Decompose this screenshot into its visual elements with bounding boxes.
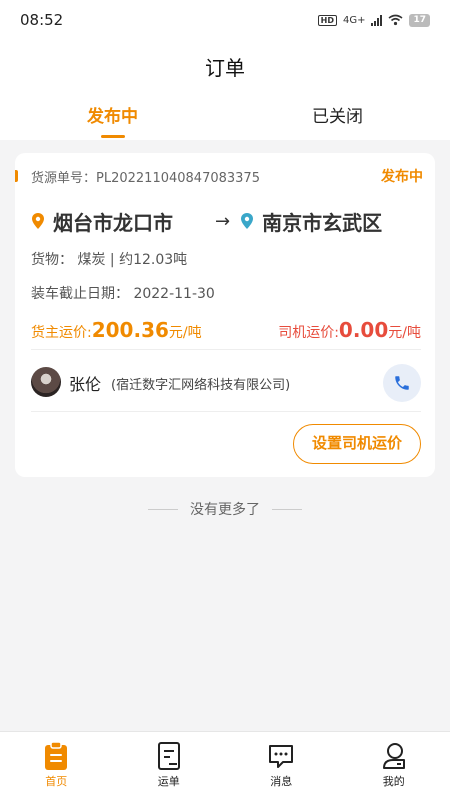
destination-city: 南京市玄武区 bbox=[262, 210, 383, 235]
contact-row: 张伦 (宿迁数字汇网络科技有限公司) bbox=[31, 362, 421, 402]
driver-price: 司机运价:0.00元/吨 bbox=[278, 318, 421, 342]
order-card[interactable]: 货源单号：PL202211040847083375 发布中 烟台市龙口市 → 南… bbox=[15, 153, 435, 477]
profile-icon bbox=[382, 743, 405, 769]
hd-icon: HD bbox=[317, 14, 337, 26]
document-icon bbox=[157, 742, 180, 770]
nav-messages[interactable]: 消息 bbox=[225, 732, 338, 800]
wifi-icon bbox=[388, 14, 403, 26]
status-time: 08:52 bbox=[20, 11, 64, 29]
call-button[interactable] bbox=[383, 364, 421, 402]
no-more-text: 没有更多了 bbox=[190, 502, 260, 518]
tab-bar: 发布中 已关闭 bbox=[0, 102, 450, 140]
phone-icon bbox=[395, 376, 409, 390]
tab-closed[interactable]: 已关闭 bbox=[225, 102, 450, 140]
set-driver-price-button[interactable]: 设置司机运价 bbox=[293, 424, 421, 464]
header: 订单 发布中 已关闭 bbox=[0, 40, 450, 140]
divider-line bbox=[272, 508, 302, 510]
price-row: 货主运价:200.36元/吨 司机运价:0.00元/吨 bbox=[31, 316, 421, 342]
arrow-right-icon: → bbox=[215, 210, 231, 232]
contact-company: (宿迁数字汇网络科技有限公司) bbox=[111, 378, 291, 393]
nav-waybill-label: 运单 bbox=[157, 775, 180, 788]
nav-waybill[interactable]: 运单 bbox=[113, 732, 226, 800]
nav-messages-label: 消息 bbox=[270, 775, 293, 788]
route: 烟台市龙口市 → 南京市玄武区 bbox=[31, 206, 431, 236]
divider bbox=[31, 349, 421, 350]
divider bbox=[31, 411, 421, 412]
tab-publishing[interactable]: 发布中 bbox=[0, 102, 225, 140]
contact-name: 张伦 bbox=[69, 375, 102, 394]
avatar bbox=[31, 367, 61, 397]
page-title: 订单 bbox=[205, 56, 245, 80]
bottom-nav: 首页 运单 消息 我的 bbox=[0, 731, 450, 800]
origin-pin-icon bbox=[32, 213, 44, 229]
nav-home-label: 首页 bbox=[45, 775, 68, 788]
nav-home[interactable]: 首页 bbox=[0, 732, 113, 800]
status-bar: 08:52 HD 4G+ 17 bbox=[0, 0, 450, 40]
order-header: 货源单号：PL202211040847083375 发布中 bbox=[15, 165, 435, 187]
order-number: 货源单号：PL202211040847083375 bbox=[31, 171, 260, 186]
nav-profile-label: 我的 bbox=[382, 775, 405, 788]
message-icon bbox=[269, 745, 294, 768]
status-icons: HD 4G+ 17 bbox=[317, 13, 430, 27]
order-status: 发布中 bbox=[381, 169, 423, 185]
loading-deadline: 装车截止日期： 2022-11-30 bbox=[31, 286, 215, 302]
origin-city: 烟台市龙口市 bbox=[53, 210, 173, 235]
destination-pin-icon bbox=[241, 213, 254, 229]
battery-icon: 17 bbox=[409, 13, 430, 27]
end-of-list: 没有更多了 bbox=[0, 498, 450, 520]
network-label: 4G+ bbox=[342, 14, 366, 26]
accent-marker bbox=[15, 170, 18, 182]
signal-icon bbox=[371, 14, 383, 26]
nav-profile[interactable]: 我的 bbox=[338, 732, 450, 800]
divider-line bbox=[148, 508, 178, 510]
clipboard-icon bbox=[45, 741, 68, 770]
cargo-info: 货物： 煤炭 | 约12.03吨 bbox=[31, 252, 188, 268]
owner-price: 货主运价:200.36元/吨 bbox=[31, 318, 202, 342]
